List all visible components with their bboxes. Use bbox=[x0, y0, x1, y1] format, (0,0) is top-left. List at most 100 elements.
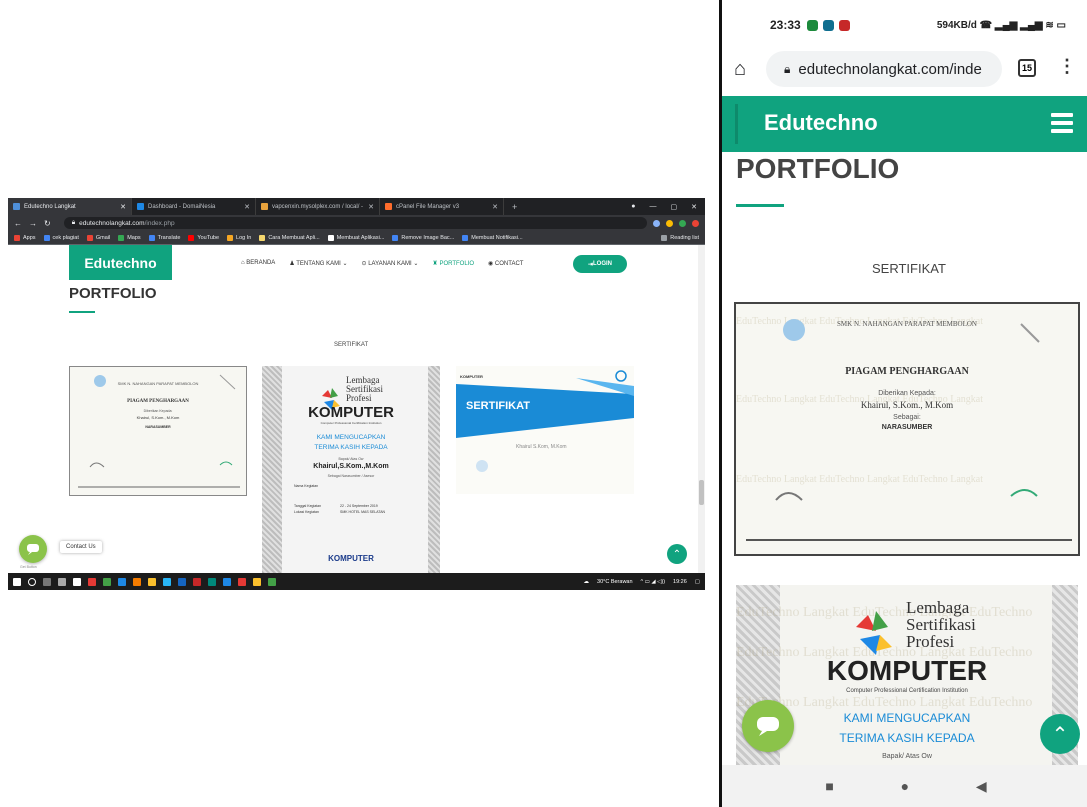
favicon-icon bbox=[385, 203, 392, 210]
url-field[interactable]: 🔒︎ edutechnolangkat.com/index.php bbox=[63, 217, 647, 229]
app-icon[interactable] bbox=[73, 577, 81, 586]
menu-item-portfolio[interactable]: ♜ PORTFOLIO bbox=[432, 260, 474, 267]
site-logo[interactable]: Edutechno bbox=[69, 245, 172, 280]
extension-icon[interactable] bbox=[679, 219, 686, 227]
menu-item-layanan-kami[interactable]: ⊙ LAYANAN KAMI ⌄ bbox=[362, 260, 419, 267]
title-underline bbox=[736, 204, 784, 207]
scroll-to-top-button[interactable]: ⌃ bbox=[1040, 714, 1080, 754]
back-icon[interactable]: ◀ bbox=[976, 778, 987, 795]
task-view-icon[interactable] bbox=[43, 577, 51, 586]
site-logo[interactable]: Edutechno bbox=[764, 110, 878, 136]
close-tab-icon[interactable]: ✕ bbox=[244, 203, 250, 211]
piagam-decoration bbox=[78, 374, 240, 488]
notification-icon[interactable]: ▢ bbox=[695, 579, 700, 585]
site-menu: ⌂ BERANDA ♟ TENTANG KAMI ⌄ ⊙ LAYANAN KAM… bbox=[241, 260, 523, 267]
menu-item-contact[interactable]: ◉ CONTACT bbox=[488, 260, 523, 267]
chat-icon bbox=[757, 717, 779, 736]
scrollbar[interactable] bbox=[698, 245, 705, 573]
browser-tab[interactable]: cPanel File Manager v3 ✕ bbox=[380, 198, 504, 215]
app-icon[interactable] bbox=[103, 577, 111, 586]
close-window-icon[interactable]: ✕ bbox=[691, 203, 697, 211]
favicon-icon bbox=[137, 203, 144, 210]
menu-item-tentang-kami[interactable]: ♟ TENTANG KAMI ⌄ bbox=[289, 260, 347, 267]
bookmark-item[interactable]: Log In bbox=[227, 234, 251, 241]
more-menu-icon[interactable]: ⋮ bbox=[1058, 56, 1076, 77]
url-field[interactable]: 🔒︎ edutechnolangkat.com/inde bbox=[766, 51, 1002, 87]
sertifikat-banner bbox=[456, 370, 634, 472]
scrollbar-thumb[interactable] bbox=[699, 480, 704, 505]
bookmark-item[interactable]: Cara Membuat Apli... bbox=[259, 234, 320, 241]
browser-tab[interactable]: Edutechno Langkat ✕ bbox=[8, 198, 132, 215]
bookmark-item[interactable]: YouTube bbox=[188, 234, 219, 241]
home-button-icon[interactable]: ● bbox=[901, 778, 909, 794]
app-icon[interactable] bbox=[118, 577, 126, 586]
new-tab-button[interactable]: + bbox=[512, 202, 517, 212]
reload-icon[interactable]: ↻ bbox=[44, 219, 51, 228]
bookmark-item[interactable]: Membuat Aplikasi... bbox=[327, 234, 384, 241]
bookmark-item[interactable]: Apps bbox=[14, 234, 36, 241]
windows-taskbar: ☁ 30°C Berawan ^ ▭ ◢ ◁)) 19:26 ▢ bbox=[8, 573, 705, 590]
app-icon[interactable] bbox=[193, 577, 201, 586]
app-icon[interactable] bbox=[133, 577, 141, 586]
home-icon[interactable]: ⌂ bbox=[734, 58, 746, 81]
favicon-icon bbox=[13, 203, 20, 210]
bookmark-item[interactable]: Translate bbox=[148, 234, 180, 241]
windows-start-icon[interactable] bbox=[13, 577, 21, 586]
scroll-to-top-button[interactable]: ⌃ bbox=[667, 544, 687, 564]
chevron-up-icon: ⌃ bbox=[672, 548, 682, 560]
notification-icon bbox=[806, 19, 818, 31]
hamburger-menu-icon[interactable] bbox=[1051, 113, 1073, 137]
app-icon[interactable] bbox=[88, 577, 96, 586]
page-title: PORTFOLIO bbox=[736, 153, 900, 184]
bookmark-item[interactable]: Membuat Notifikasi... bbox=[462, 234, 523, 241]
favicon-icon bbox=[261, 203, 268, 210]
certificate-card-lsp[interactable]: Lembaga Sertifikasi Profesi KOMPUTER Com… bbox=[262, 366, 440, 573]
maximize-icon[interactable]: ▢ bbox=[671, 203, 678, 211]
android-nav-bar: ■ ● ◀ bbox=[722, 765, 1087, 807]
close-tab-icon[interactable]: ✕ bbox=[492, 203, 498, 211]
login-button[interactable]: ⇥ LOGIN bbox=[573, 255, 627, 273]
browser-tab[interactable]: Dashboard - DomaiNesia ✕ bbox=[132, 198, 256, 215]
contact-us-tooltip[interactable]: Contact Us bbox=[60, 541, 102, 553]
extensions bbox=[653, 219, 699, 227]
recents-icon[interactable]: ■ bbox=[825, 778, 833, 794]
certificate-card-sertifikat[interactable]: KOMPUTER SERTIFIKAT Khairul S.Kom, M.Kom bbox=[456, 366, 634, 494]
notification-icon bbox=[822, 19, 834, 31]
section-heading: SERTIFIKAT bbox=[334, 342, 369, 348]
chat-button[interactable] bbox=[19, 535, 47, 563]
bookmark-item[interactable]: cek plagiat bbox=[43, 234, 79, 241]
extension-icon[interactable] bbox=[692, 219, 699, 227]
close-tab-icon[interactable]: ✕ bbox=[368, 203, 374, 211]
chat-button[interactable] bbox=[742, 700, 794, 752]
app-icon[interactable] bbox=[148, 577, 156, 586]
app-icon[interactable] bbox=[268, 577, 276, 586]
title-underline bbox=[69, 311, 95, 313]
app-icon[interactable] bbox=[238, 577, 246, 586]
certificate-card-piagam[interactable]: EduTechno Langkat EduTechno Langkat EduT… bbox=[734, 302, 1080, 556]
menu-item-beranda[interactable]: ⌂ BERANDA bbox=[241, 260, 275, 267]
app-icon[interactable] bbox=[223, 577, 231, 586]
bookmark-item[interactable]: Gmail bbox=[86, 234, 110, 241]
bookmark-item[interactable]: Remove Image Bac... bbox=[392, 234, 454, 241]
search-icon[interactable] bbox=[28, 577, 36, 586]
site-navbar: Edutechno bbox=[722, 96, 1087, 152]
app-icon[interactable] bbox=[58, 577, 66, 586]
app-icon[interactable] bbox=[208, 577, 216, 586]
bookmark-item[interactable]: Maps bbox=[118, 234, 141, 241]
extension-icon[interactable] bbox=[653, 219, 660, 227]
browser-tab[interactable]: vapcenxin.mysolplex.com / local/ - ✕ bbox=[256, 198, 380, 215]
extension-icon[interactable] bbox=[666, 219, 673, 227]
minimize-icon[interactable]: — bbox=[650, 203, 657, 211]
tray-icons[interactable]: ^ ▭ ◢ ◁)) bbox=[641, 579, 665, 585]
certificate-card-piagam[interactable]: SMK N. NAHANGAN PARAPAT MEMBOLON PIAGAM … bbox=[69, 366, 247, 496]
chrome-icon[interactable] bbox=[253, 577, 261, 586]
section-heading: SERTIFIKAT bbox=[872, 261, 946, 276]
back-icon[interactable]: ← bbox=[14, 219, 22, 228]
close-tab-icon[interactable]: ✕ bbox=[120, 203, 126, 211]
forward-icon[interactable]: → bbox=[29, 219, 37, 228]
app-icon[interactable] bbox=[163, 577, 171, 586]
profile-icon[interactable]: ● bbox=[631, 203, 635, 211]
tab-switcher-button[interactable]: 15 bbox=[1018, 59, 1036, 77]
app-icon[interactable] bbox=[178, 577, 186, 586]
reading-list-button[interactable]: Reading list bbox=[661, 234, 699, 241]
